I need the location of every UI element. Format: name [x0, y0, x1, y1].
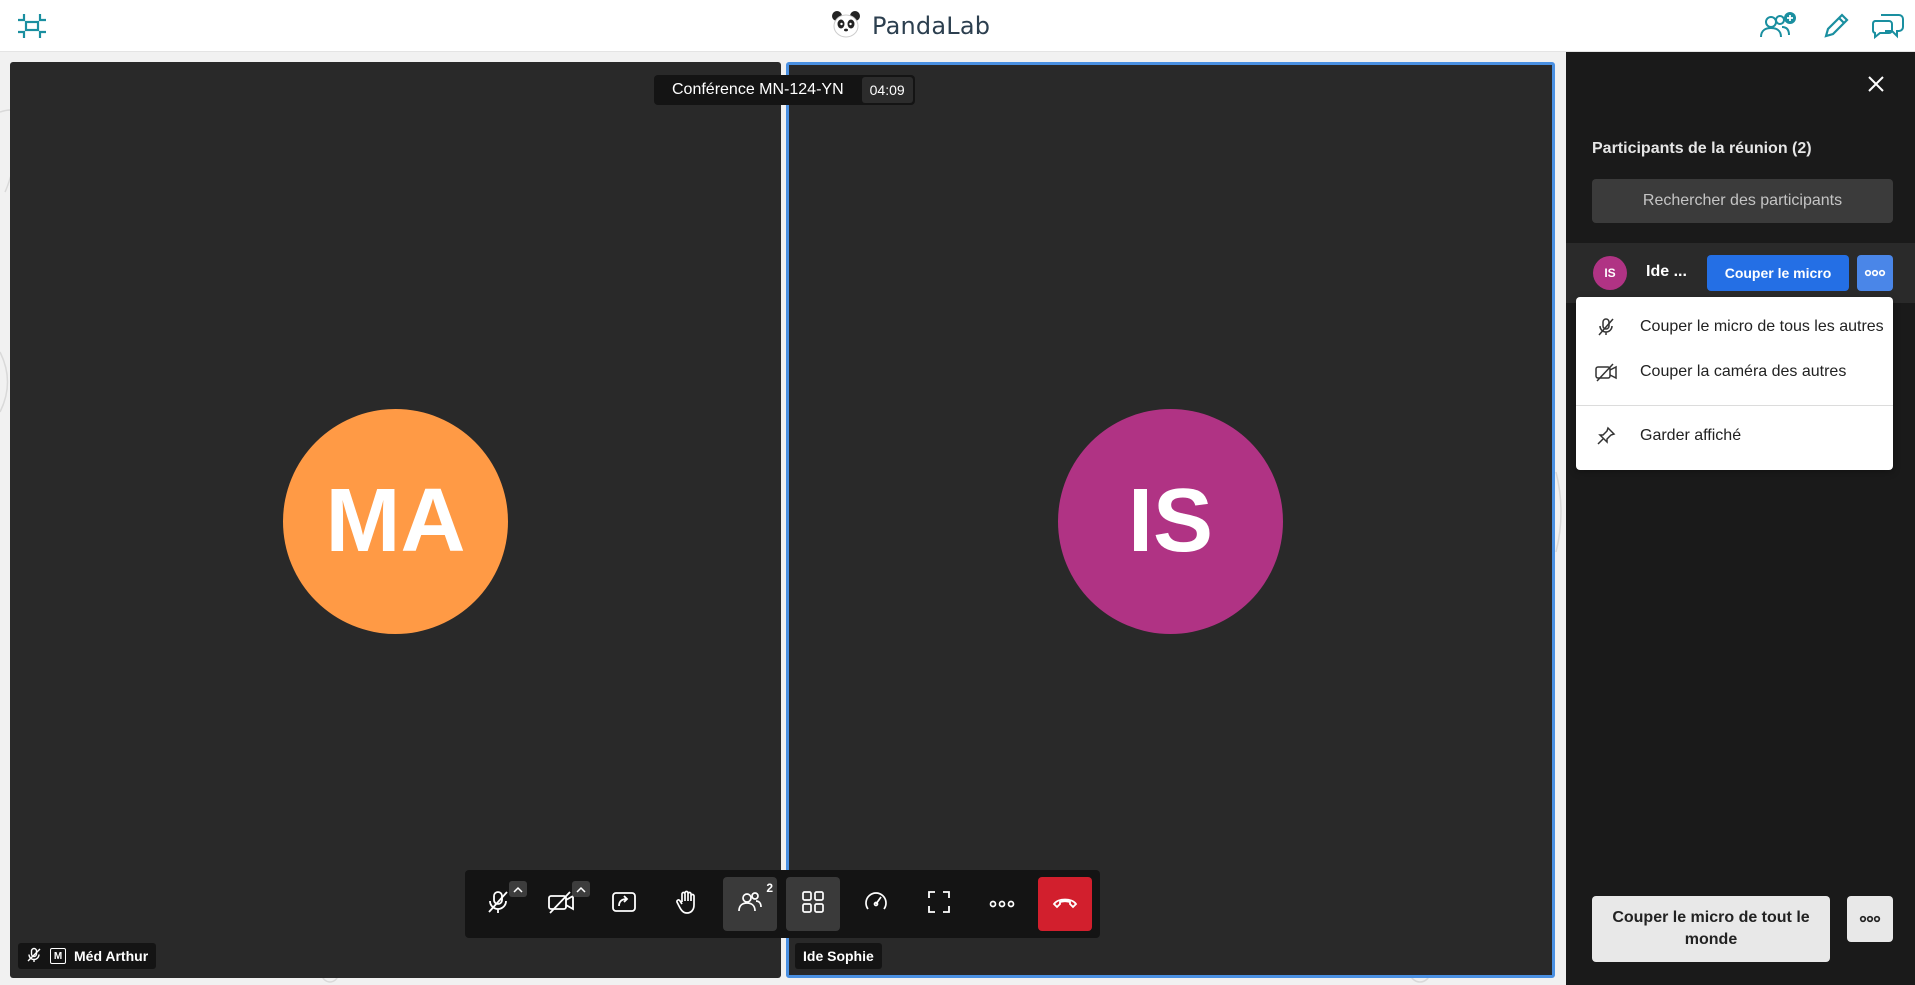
mute-everyone-button[interactable]: Couper le micro de tout le monde: [1592, 896, 1830, 962]
camera-button[interactable]: [534, 877, 590, 931]
participant-name-tag: Ide Sophie: [795, 943, 882, 969]
menu-item-mute-others[interactable]: Couper le micro de tous les autres: [1576, 307, 1893, 347]
camera-off-icon: [1594, 360, 1618, 384]
chat-icon[interactable]: [1870, 8, 1906, 44]
participant-name: Méd Arthur: [74, 948, 149, 964]
participants-button[interactable]: 2: [723, 877, 777, 931]
conference-timer: 04:09: [861, 77, 913, 103]
panda-logo-icon: [830, 9, 862, 44]
participant-name-tag: M Méd Arthur: [18, 943, 157, 969]
grid-icon: [800, 889, 826, 920]
share-screen-button[interactable]: [597, 877, 651, 931]
camera-off-icon: [547, 889, 575, 920]
speedometer-icon: [863, 889, 889, 920]
tile-view-button[interactable]: [786, 877, 840, 931]
meeting-toolbar: 2: [465, 870, 1100, 938]
participant-avatar: MA: [283, 409, 508, 634]
menu-item-label: Couper le micro de tous les autres: [1640, 318, 1884, 335]
participant-name: Ide ...: [1646, 263, 1687, 280]
share-screen-icon: [611, 889, 637, 920]
moderator-badge: M: [50, 948, 66, 964]
more-dots-icon: [1859, 910, 1881, 928]
mute-participant-button[interactable]: Couper le micro: [1707, 255, 1849, 291]
participant-avatar: IS: [1593, 256, 1627, 290]
add-participant-icon[interactable]: [1757, 8, 1799, 44]
more-dots-icon: [1864, 264, 1886, 282]
mic-off-icon: [1594, 315, 1618, 339]
performance-button[interactable]: [849, 877, 903, 931]
panel-title: Participants de la réunion (2): [1592, 140, 1812, 157]
pencil-icon[interactable]: [1818, 8, 1854, 44]
brand: PandaLab: [830, 10, 990, 42]
menu-item-camera-off-others[interactable]: Couper la caméra des autres: [1576, 352, 1893, 392]
chevron-up-icon[interactable]: [572, 881, 590, 897]
panel-more-button[interactable]: [1847, 896, 1893, 942]
conference-name: Conférence MN-124-YN: [672, 81, 844, 98]
participant-avatar: IS: [1058, 409, 1283, 634]
participants-icon: [736, 889, 764, 920]
top-bar: PandaLab: [0, 0, 1915, 52]
raise-hand-button[interactable]: [660, 877, 714, 931]
microphone-button[interactable]: [471, 877, 527, 931]
mic-off-icon: [26, 947, 42, 966]
mic-off-icon: [485, 889, 511, 920]
close-panel-button[interactable]: [1860, 70, 1892, 102]
brand-name: PandaLab: [872, 12, 991, 40]
participants-search-input[interactable]: [1592, 179, 1893, 223]
conference-header: Conférence MN-124-YN 04:09: [654, 75, 915, 105]
participant-more-button[interactable]: [1857, 255, 1893, 291]
fullscreen-button[interactable]: [912, 877, 966, 931]
participant-name: Ide Sophie: [803, 948, 874, 964]
hangup-button[interactable]: [1038, 877, 1092, 931]
more-dots-icon: [989, 895, 1015, 913]
participant-context-menu: Couper le micro de tous les autres Coupe…: [1576, 297, 1893, 470]
chevron-up-icon[interactable]: [509, 881, 527, 897]
menu-item-label: Garder affiché: [1640, 427, 1742, 444]
layout-toggle-icon[interactable]: [14, 8, 50, 44]
more-actions-button[interactable]: [975, 877, 1029, 931]
fullscreen-icon: [926, 889, 952, 920]
hand-icon: [674, 889, 700, 920]
pin-icon: [1594, 424, 1618, 448]
close-icon: [1867, 75, 1885, 98]
menu-item-label: Couper la caméra des autres: [1640, 363, 1847, 380]
menu-item-keep-pinned[interactable]: Garder affiché: [1576, 416, 1893, 456]
menu-divider: [1576, 405, 1893, 406]
participants-count-badge: 2: [766, 881, 773, 895]
hangup-icon: [1052, 894, 1078, 915]
